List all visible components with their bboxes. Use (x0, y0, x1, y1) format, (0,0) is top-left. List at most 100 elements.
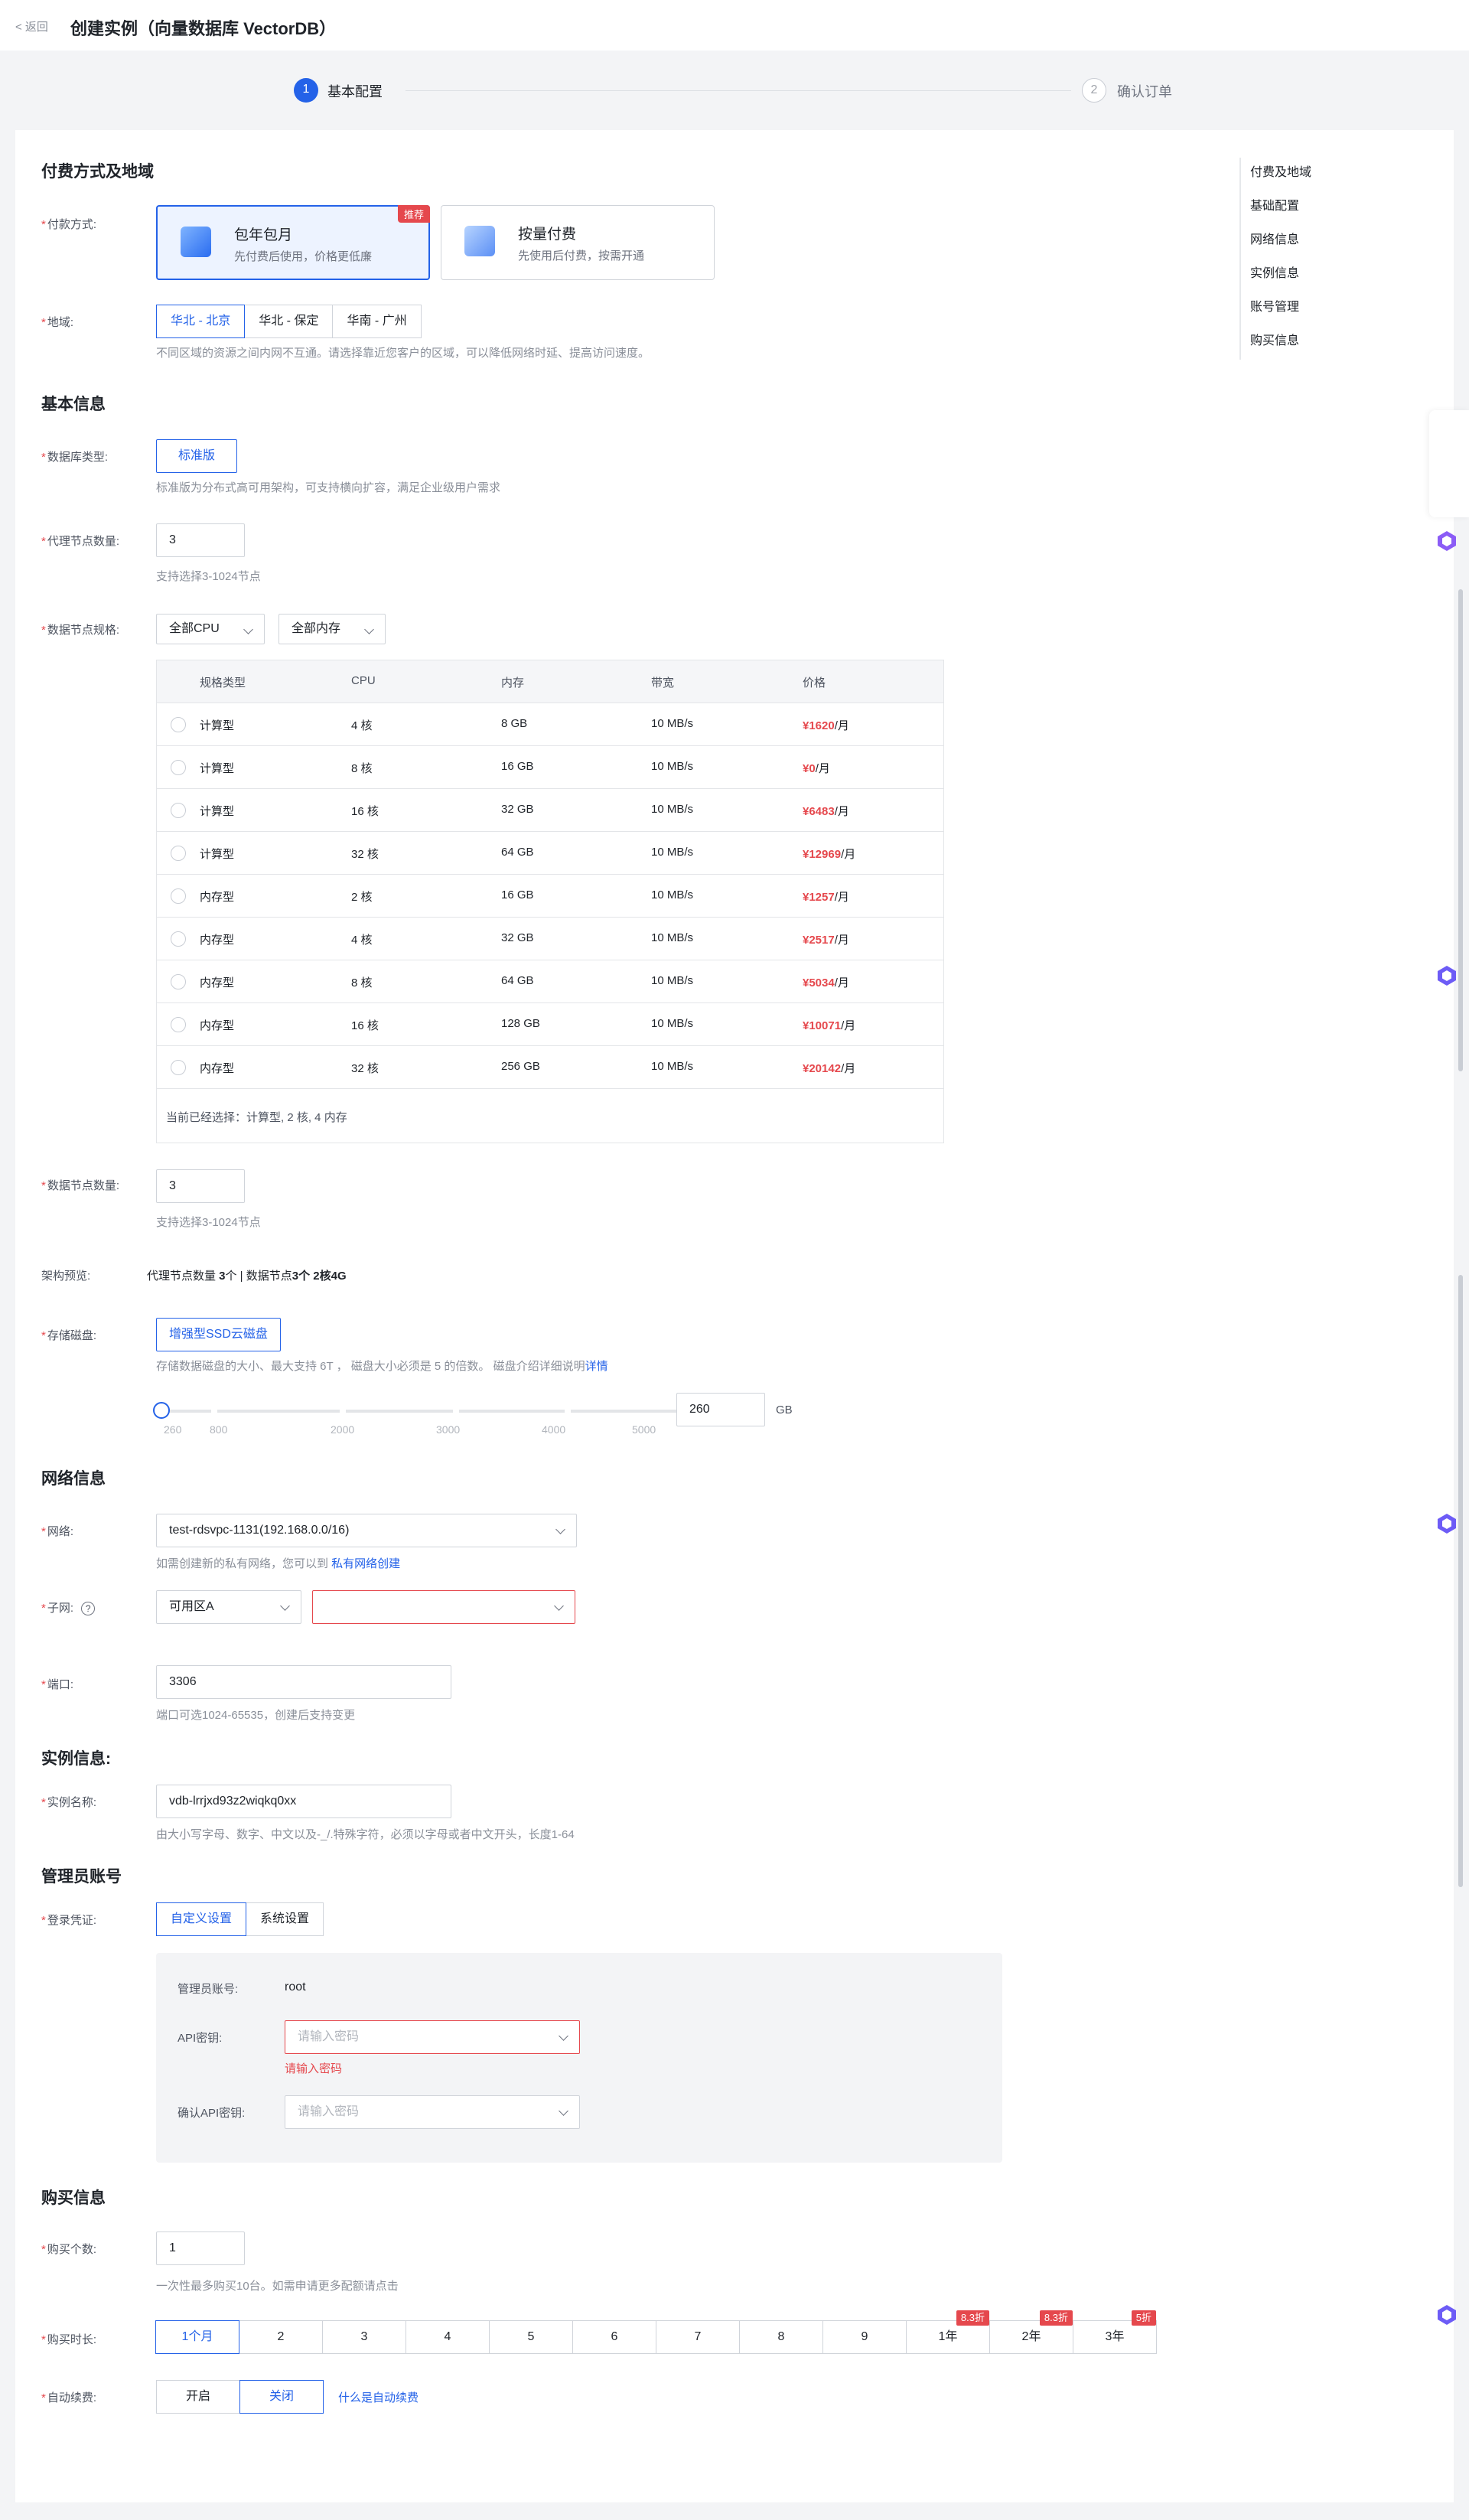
mem-filter-dropdown[interactable]: 全部内存 (278, 614, 386, 644)
duration-option[interactable]: 4 (406, 2320, 490, 2354)
row-radio[interactable] (171, 717, 186, 732)
table-cell: 32 GB (501, 803, 534, 816)
region-option-baoding[interactable]: 华北 - 保定 (244, 305, 334, 338)
zone-dropdown[interactable]: 可用区A (156, 1590, 301, 1624)
auto-renew-on-option[interactable]: 开启 (156, 2380, 241, 2414)
assistant-icon[interactable] (1435, 530, 1458, 553)
assistant-icon[interactable] (1435, 2303, 1458, 2326)
credential-custom-option[interactable]: 自定义设置 (156, 1902, 247, 1936)
duration-option[interactable]: 1年 8.3折 (906, 2310, 990, 2354)
duration-option[interactable]: 2 (239, 2320, 323, 2354)
row-radio[interactable] (171, 846, 186, 861)
assistant-icon[interactable] (1435, 964, 1458, 987)
assistant-icon[interactable] (1435, 1512, 1458, 1535)
region-option-beijing[interactable]: 华北 - 北京 (156, 305, 246, 338)
payment-option-prepaid[interactable]: 包年包月 先付费后使用，价格更低廉 推荐 (156, 205, 430, 280)
duration-option[interactable]: 5 (489, 2320, 573, 2354)
table-row[interactable]: 内存型 2 核 16 GB 10 MB/s ¥1257/月 (157, 875, 943, 918)
section-purchase-title: 购买信息 (41, 2189, 106, 2207)
duration-option[interactable]: 6 (572, 2320, 656, 2354)
table-row[interactable]: 内存型 32 核 256 GB 10 MB/s ¥20142/月 (157, 1046, 943, 1089)
subnet-dropdown[interactable] (312, 1590, 575, 1624)
slider-handle[interactable] (153, 1402, 170, 1419)
mem-filter-value: 全部内存 (292, 622, 341, 635)
payment-option-postpaid[interactable]: 按量付费 先使用后付费，按需开通 (441, 205, 715, 280)
row-radio[interactable] (171, 760, 186, 775)
cpu-filter-dropdown[interactable]: 全部CPU (156, 614, 265, 644)
proxy-hint: 支持选择3-1024节点 (156, 570, 261, 583)
disk-type-ssd-button[interactable]: 增强型SSD云磁盘 (156, 1318, 281, 1351)
table-row[interactable]: 计算型 8 核 16 GB 10 MB/s ¥0/月 (157, 746, 943, 789)
row-radio[interactable] (171, 803, 186, 818)
table-cell: 10 MB/s (651, 760, 694, 773)
anchor-basic[interactable]: 基础配置 (1250, 191, 1354, 225)
duration-option[interactable]: 3年 5折 (1073, 2310, 1157, 2354)
table-cell: 计算型 (200, 805, 235, 818)
recommend-badge: 推荐 (397, 205, 430, 223)
duration-option[interactable]: 8 (739, 2320, 823, 2354)
table-cell: 2 核 (351, 891, 373, 904)
region-option-guangzhou[interactable]: 华南 - 广州 (332, 305, 422, 338)
network-dropdown[interactable]: test-rdsvpc-1131(192.168.0.0/16) (156, 1514, 577, 1547)
duration-option[interactable]: 7 (656, 2320, 740, 2354)
postpaid-icon (464, 226, 495, 256)
anchor-account[interactable]: 账号管理 (1250, 292, 1354, 326)
create-vpc-link[interactable]: 私有网络创建 (331, 1557, 400, 1570)
confirm-api-key-label: 确认API密钥: (178, 2107, 246, 2120)
table-cell: 32 核 (351, 848, 379, 861)
spec-table: 规格类型 CPU 内存 带宽 价格 计算型 4 核 8 GB 10 MB/s ¥1620… (156, 660, 944, 1143)
table-cell: 10 MB/s (651, 1060, 694, 1073)
back-link[interactable]: < 返回 (15, 18, 48, 34)
anchor-billing[interactable]: 付费及地域 (1250, 158, 1354, 191)
table-cell: 计算型 (200, 762, 235, 775)
duration-option[interactable]: 1个月 (155, 2320, 239, 2354)
table-row[interactable]: 计算型 16 核 32 GB 10 MB/s ¥6483/月 (157, 789, 943, 832)
region-selector: 华北 - 北京 华北 - 保定 华南 - 广州 (156, 305, 422, 338)
credential-system-option[interactable]: 系统设置 (246, 1902, 324, 1936)
api-key-input[interactable]: 请输入密码 (285, 2020, 580, 2054)
row-radio[interactable] (171, 888, 186, 904)
anchor-instance[interactable]: 实例信息 (1250, 259, 1354, 292)
table-cell: 256 GB (501, 1060, 540, 1073)
port-input[interactable]: 3306 (156, 1665, 451, 1699)
auto-renew-help-link[interactable]: 什么是自动续费 (338, 2389, 419, 2405)
table-row[interactable]: 计算型 32 核 64 GB 10 MB/s ¥12969/月 (157, 832, 943, 875)
row-radio[interactable] (171, 931, 186, 947)
row-radio[interactable] (171, 1017, 186, 1032)
table-cell: 内存型 (200, 934, 235, 947)
table-row[interactable]: 计算型 4 核 8 GB 10 MB/s ¥1620/月 (157, 703, 943, 746)
scrollbar-thumb[interactable] (1458, 589, 1463, 1071)
duration-option[interactable]: 2年 8.3折 (989, 2310, 1073, 2354)
confirm-api-key-input[interactable]: 请输入密码 (285, 2095, 580, 2129)
section-billing-title: 付费方式及地域 (41, 163, 154, 181)
price-cell: ¥0/月 (803, 762, 830, 775)
disk-unit: GB (776, 1403, 793, 1416)
table-cell: 内存型 (200, 1019, 235, 1032)
table-row[interactable]: 内存型 8 核 64 GB 10 MB/s ¥5034/月 (157, 960, 943, 1003)
anchor-purchase[interactable]: 购买信息 (1250, 326, 1354, 360)
dbtype-standard-button[interactable]: 标准版 (156, 439, 238, 473)
auto-renew-off-option[interactable]: 关闭 (239, 2380, 324, 2414)
instance-name-input[interactable]: vdb-lrrjxd93z2wiqkq0xx (156, 1785, 451, 1818)
datanode-count-input[interactable]: 3 (156, 1169, 245, 1203)
disk-size-input[interactable]: 260 (676, 1393, 765, 1426)
help-icon[interactable]: ? (81, 1602, 96, 1615)
table-row[interactable]: 内存型 16 核 128 GB 10 MB/s ¥10071/月 (157, 1003, 943, 1046)
proxy-count-input[interactable]: 3 (156, 523, 245, 557)
table-row[interactable]: 内存型 4 核 32 GB 10 MB/s ¥2517/月 (157, 918, 943, 960)
anchor-network[interactable]: 网络信息 (1250, 225, 1354, 259)
discount-badge: 8.3折 (1039, 2310, 1073, 2326)
column-header: 内存 (501, 676, 525, 689)
slider-tick: 800 (210, 1423, 228, 1436)
duration-selector: 1个月 2 3 4 5 6 7 8 9 1年 8.3折 2年 8.3折 3年 5折 (155, 2310, 1157, 2354)
duration-option[interactable]: 3 (322, 2320, 406, 2354)
duration-label: * 购买时长: (41, 2333, 97, 2346)
row-radio[interactable] (171, 1060, 186, 1075)
duration-option[interactable]: 9 (822, 2320, 907, 2354)
datanode-label: * 数据节点数量: (41, 1179, 120, 1192)
row-radio[interactable] (171, 974, 186, 989)
auto-renew-label: * 自动续费: (41, 2391, 97, 2404)
purchase-count-input[interactable]: 1 (156, 2231, 245, 2265)
scrollbar-thumb[interactable] (1458, 1275, 1463, 1887)
disk-detail-link[interactable]: 详情 (585, 1360, 608, 1373)
